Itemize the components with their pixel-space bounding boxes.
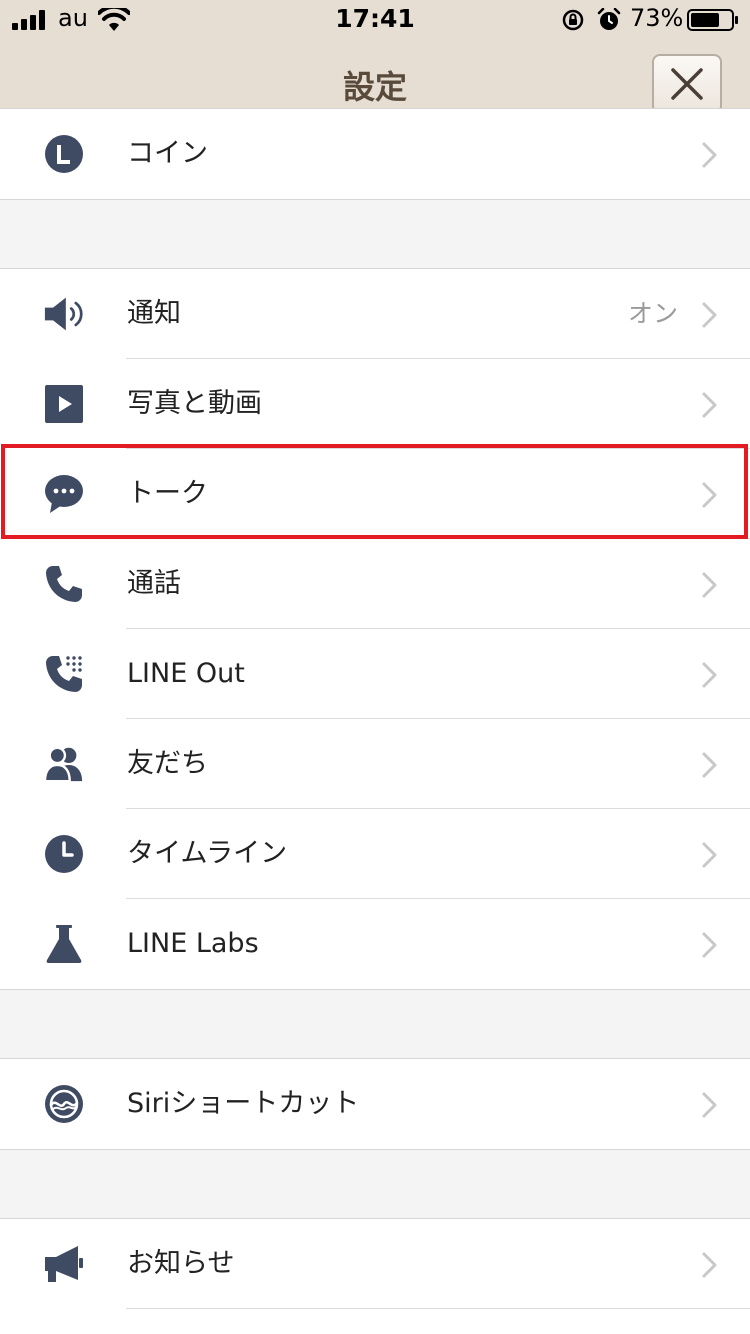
chevron-right-icon bbox=[702, 142, 717, 168]
row-label: 写真と動画 bbox=[127, 388, 262, 419]
chevron-right-icon bbox=[702, 662, 717, 688]
settings-row-timeline[interactable]: タイムライン bbox=[0, 809, 750, 899]
phone-keypad-icon bbox=[44, 654, 84, 694]
chevron-right-icon bbox=[702, 842, 717, 868]
battery-percent: 73% bbox=[630, 4, 684, 32]
row-label: 友だち bbox=[127, 748, 208, 779]
settings-row-siri-shortcuts[interactable]: Siriショートカット bbox=[0, 1059, 750, 1149]
settings-row-coin[interactable]: コイン bbox=[0, 109, 750, 199]
settings-group-siri: Siriショートカット bbox=[0, 1058, 750, 1150]
close-button[interactable] bbox=[652, 54, 722, 114]
settings-group-info: お知らせ bbox=[0, 1218, 750, 1334]
settings-row-notices[interactable]: お知らせ bbox=[0, 1219, 750, 1309]
settings-row-friends[interactable]: 友だち bbox=[0, 719, 750, 809]
speaker-icon bbox=[44, 294, 84, 334]
settings-row-notifications[interactable]: 通知 オン bbox=[0, 269, 750, 359]
rotation-lock-icon bbox=[562, 9, 584, 31]
clock-icon bbox=[44, 834, 84, 874]
chevron-right-icon bbox=[702, 392, 717, 418]
line-coin-icon bbox=[44, 134, 84, 174]
battery-icon bbox=[687, 9, 738, 31]
megaphone-icon bbox=[44, 1244, 84, 1284]
row-label: タイムライン bbox=[127, 838, 288, 869]
chevron-right-icon bbox=[702, 752, 717, 778]
alarm-icon bbox=[597, 8, 621, 30]
close-icon bbox=[671, 68, 703, 100]
status-bar: au 17:41 73% bbox=[0, 0, 750, 40]
settings-row-line-out[interactable]: LINE Out bbox=[0, 629, 750, 719]
chevron-right-icon bbox=[702, 1092, 717, 1118]
flask-icon bbox=[44, 924, 84, 964]
phone-icon bbox=[44, 564, 84, 604]
settings-row-calls[interactable]: 通話 bbox=[0, 539, 750, 629]
settings-row-photos-videos[interactable]: 写真と動画 bbox=[0, 359, 750, 449]
settings-group-coin: コイン bbox=[0, 108, 750, 200]
play-icon bbox=[44, 384, 84, 424]
friends-icon bbox=[44, 744, 84, 784]
settings-row-next-partial[interactable] bbox=[0, 1309, 750, 1334]
row-label: 通話 bbox=[127, 568, 181, 599]
row-label: 通知 bbox=[127, 298, 181, 329]
row-label: お知らせ bbox=[127, 1248, 235, 1279]
settings-group-main: 通知 オン 写真と動画 トーク 通話 LINE Out 友だち タイムライン L… bbox=[0, 268, 750, 990]
row-label: コイン bbox=[127, 138, 208, 169]
settings-row-chats[interactable]: トーク bbox=[0, 449, 750, 539]
siri-icon bbox=[44, 1084, 84, 1124]
row-label: Siriショートカット bbox=[127, 1088, 360, 1119]
settings-row-line-labs[interactable]: LINE Labs bbox=[0, 899, 750, 989]
row-value: オン bbox=[627, 299, 678, 328]
chevron-right-icon bbox=[702, 302, 717, 328]
row-label: LINE Out bbox=[127, 658, 245, 689]
page-title: 設定 bbox=[342, 68, 407, 106]
chevron-right-icon bbox=[702, 572, 717, 598]
chevron-right-icon bbox=[702, 932, 717, 958]
chat-bubble-icon bbox=[44, 474, 84, 514]
row-label: LINE Labs bbox=[127, 928, 259, 959]
chevron-right-icon bbox=[702, 482, 717, 508]
chevron-right-icon bbox=[702, 1252, 717, 1278]
settings-screen: au 17:41 73% 設定 コイン 通知 オン 写真と動画 トーク 通話 L… bbox=[0, 0, 750, 1334]
row-label: トーク bbox=[127, 478, 208, 509]
